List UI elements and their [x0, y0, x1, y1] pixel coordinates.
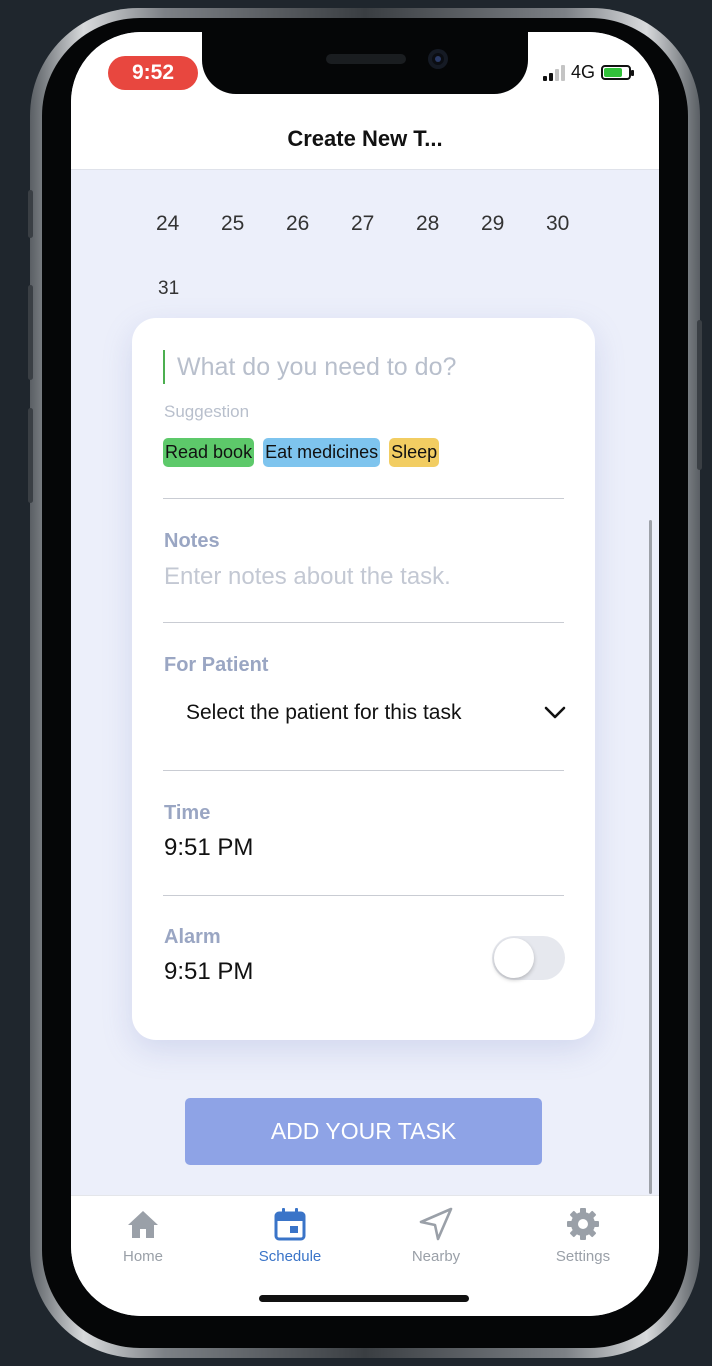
divider — [163, 498, 564, 499]
suggestion-chip-read-book[interactable]: Read book — [163, 438, 255, 467]
calendar-icon — [274, 1208, 306, 1241]
network-type: 4G — [570, 62, 595, 82]
date-row: 24 25 26 27 28 29 30 — [156, 212, 611, 236]
toggle-knob — [494, 938, 534, 978]
alarm-value: 9:51 PM — [164, 958, 254, 985]
tab-nearby[interactable]: Nearby — [386, 1204, 486, 1265]
tab-label: Nearby — [411, 1248, 461, 1265]
date-item[interactable]: 29 — [481, 212, 546, 236]
volume-down-button — [28, 408, 33, 503]
tab-label: Home — [122, 1248, 163, 1265]
page-title: Create New T... — [287, 126, 443, 151]
chevron-down-icon — [544, 706, 566, 719]
suggestion-label: Suggestion — [164, 402, 250, 421]
speaker — [326, 54, 406, 64]
home-icon — [128, 1211, 158, 1238]
date-item[interactable]: 28 — [416, 212, 481, 236]
signal-icon — [542, 64, 565, 81]
screen: 9:52 4G Create New T... 24 25 26 27 28 2… — [71, 32, 659, 1316]
patient-select-value: Select the patient for this task — [186, 701, 462, 724]
notes-input[interactable]: Enter notes about the task. — [164, 563, 451, 591]
navigation-icon — [419, 1207, 453, 1241]
scrollbar[interactable] — [649, 520, 652, 1194]
mute-switch — [28, 190, 33, 238]
alarm-toggle[interactable] — [492, 936, 565, 980]
tab-label: Settings — [555, 1248, 611, 1265]
volume-up-button — [28, 285, 33, 380]
battery-icon — [601, 65, 634, 80]
time-value[interactable]: 9:51 PM — [164, 834, 253, 862]
date-item[interactable]: 30 — [546, 212, 611, 236]
gear-icon — [567, 1208, 599, 1240]
alarm-label: Alarm — [164, 926, 221, 948]
suggestion-chip-sleep[interactable]: Sleep — [389, 438, 440, 467]
status-icons: 4G — [542, 62, 634, 83]
suggestion-chips: Read book Eat medicines Sleep — [163, 438, 440, 467]
notes-label: Notes — [164, 530, 220, 552]
task-form-card: What do you need to do? Suggestion Read … — [132, 318, 595, 1040]
divider — [163, 622, 564, 623]
date-item[interactable]: 24 — [156, 212, 221, 236]
power-button — [697, 320, 702, 470]
camera — [428, 49, 448, 69]
patient-label: For Patient — [164, 654, 269, 676]
tab-settings[interactable]: Settings — [533, 1204, 633, 1265]
date-item[interactable]: 31 — [158, 278, 179, 300]
date-item[interactable]: 27 — [351, 212, 416, 236]
tab-home[interactable]: Home — [93, 1204, 193, 1265]
divider — [163, 895, 564, 896]
add-task-button[interactable]: ADD YOUR TASK — [185, 1098, 542, 1165]
patient-select[interactable]: Select the patient for this task — [186, 696, 566, 730]
home-indicator[interactable] — [259, 1295, 469, 1302]
task-input[interactable]: What do you need to do? — [163, 350, 563, 384]
notch — [202, 32, 528, 94]
time-label: Time — [164, 802, 211, 824]
status-time: 9:52 — [108, 56, 198, 90]
suggestion-chip-eat-medicines[interactable]: Eat medicines — [263, 438, 381, 467]
divider — [163, 770, 564, 771]
tab-schedule[interactable]: Schedule — [240, 1204, 340, 1265]
tab-label: Schedule — [258, 1248, 322, 1265]
date-item[interactable]: 26 — [286, 212, 351, 236]
date-item[interactable]: 25 — [221, 212, 286, 236]
